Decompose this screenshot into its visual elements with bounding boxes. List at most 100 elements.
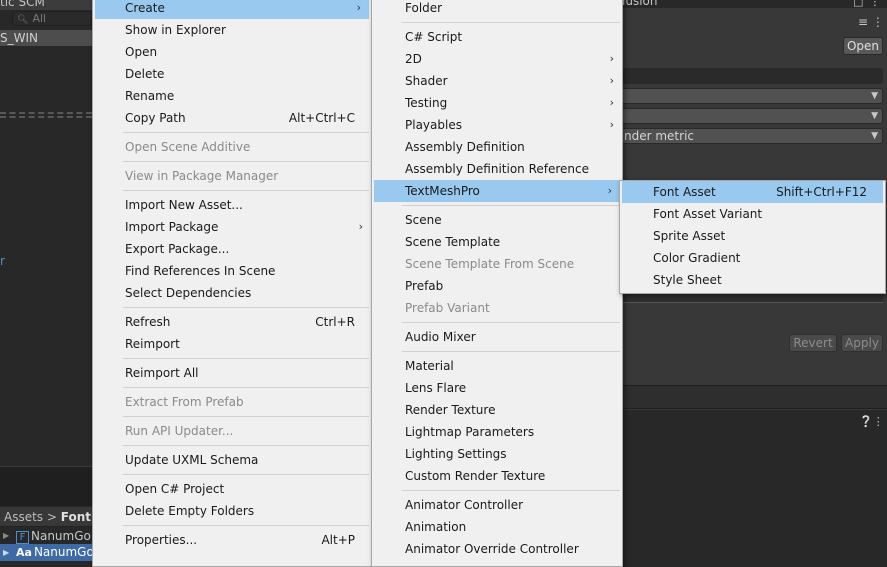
chevron-down-icon: ▼ (871, 111, 878, 121)
menu-item-animation[interactable]: Animation (372, 516, 622, 538)
menu-item-reimport-all[interactable]: Reimport All (93, 362, 371, 384)
chevron-right-icon: › (609, 74, 614, 87)
file-name: NanumGo (31, 529, 91, 543)
menu-item-lightmap-parameters[interactable]: Lightmap Parameters (372, 421, 622, 443)
menu-item-label: Extract From Prefab (125, 395, 244, 409)
menu-item-shader[interactable]: Shader › (372, 70, 622, 92)
menu-separator (93, 384, 371, 391)
breadcrumb-assets[interactable]: Assets (4, 510, 43, 524)
menu-item-style-sheet[interactable]: Style Sheet (620, 269, 885, 291)
menu-item-export-package[interactable]: Export Package... (93, 238, 371, 260)
preview-panel (622, 410, 887, 567)
expand-arrow-icon[interactable]: ▶ (3, 528, 9, 544)
menu-item-font-asset[interactable]: Font Asset Shift+Ctrl+F12 (622, 181, 883, 203)
menu-separator (93, 522, 371, 529)
menu-item-custom-render-texture[interactable]: Custom Render Texture (372, 465, 622, 487)
create-submenu: Folder C# Script 2D › Shader › Testing › Playabl… (371, 0, 623, 567)
menu-item-assembly-definition-reference[interactable]: Assembly Definition Reference (372, 158, 622, 180)
menu-item-label: Sprite Asset (653, 229, 726, 243)
menu-item-lens-flare[interactable]: Lens Flare (372, 377, 622, 399)
menu-item-lighting-settings[interactable]: Lighting Settings (372, 443, 622, 465)
render-mode-dropdown[interactable]: nder metric ▼ (622, 128, 883, 144)
menu-item-scene-template[interactable]: Scene Template (372, 231, 622, 253)
menu-item-material[interactable]: Material (372, 355, 622, 377)
menu-item-font-asset-variant[interactable]: Font Asset Variant (620, 203, 885, 225)
menu-item-playables[interactable]: Playables › (372, 114, 622, 136)
menu-item-copy-path[interactable]: Copy Path Alt+Ctrl+C (93, 107, 371, 129)
menu-item-reimport[interactable]: Reimport (93, 333, 371, 355)
menu-item-find-references-in-scene[interactable]: Find References In Scene (93, 260, 371, 282)
menu-item-textmeshpro[interactable]: TextMeshPro › (374, 180, 620, 202)
menu-item-shortcut: Alt+P (321, 533, 355, 547)
dropdown-field[interactable]: ▼ (622, 88, 883, 104)
menu-item-shortcut: Ctrl+R (315, 315, 355, 329)
menu-item-scene[interactable]: Scene (372, 209, 622, 231)
menu-item-assembly-definition[interactable]: Assembly Definition (372, 136, 622, 158)
inspector-separator (622, 385, 887, 409)
menu-item-label: Import Package (125, 220, 219, 234)
menu-item-label: View in Package Manager (125, 169, 279, 183)
menu-item-color-gradient[interactable]: Color Gradient (620, 247, 885, 269)
menu-item-delete[interactable]: Delete (93, 63, 371, 85)
expand-arrow-icon[interactable]: ▶ (3, 544, 9, 561)
file-item-selected[interactable]: ▶ Aa NanumGothic (0, 544, 116, 561)
menu-separator (372, 348, 622, 355)
menu-separator (93, 413, 371, 420)
open-button[interactable]: Open (843, 37, 883, 55)
menu-item-2d[interactable]: 2D › (372, 48, 622, 70)
menu-item-open[interactable]: Open (93, 41, 371, 63)
breadcrumb-font[interactable]: Font (61, 510, 91, 524)
search-input[interactable]: 🔍︎ All (12, 11, 92, 26)
menu-item-import-new-asset[interactable]: Import New Asset... (93, 194, 371, 216)
menu-item-animator-controller[interactable]: Animator Controller (372, 494, 622, 516)
menu-item-label: Assembly Definition (405, 140, 525, 154)
menu-item-audio-mixer[interactable]: Audio Mixer (372, 326, 622, 348)
file-item[interactable]: ▶ F NanumGo (0, 528, 92, 544)
menu-item-label: TextMeshPro (405, 184, 480, 198)
menu-item-render-texture[interactable]: Render Texture (372, 399, 622, 421)
menu-separator (93, 158, 371, 165)
menu-item-label: Shader (405, 74, 448, 88)
menu-item-label: Create (125, 1, 165, 15)
menu-separator (93, 304, 371, 311)
menu-item-c-script[interactable]: C# Script (372, 26, 622, 48)
menu-item-open-c-project[interactable]: Open C# Project (93, 478, 371, 500)
menu-item-testing[interactable]: Testing › (372, 92, 622, 114)
dropdown-field[interactable]: ▼ (622, 108, 883, 124)
menu-item-label: Scene Template From Scene (405, 257, 575, 271)
menu-item-label: Refresh (125, 315, 171, 329)
menu-item-rename[interactable]: Rename (93, 85, 371, 107)
help-icon[interactable]: ❔⋮ (859, 415, 884, 428)
inspector-field[interactable] (622, 68, 883, 84)
apply-button[interactable]: Apply (841, 334, 883, 352)
menu-item-label: Lighting Settings (405, 447, 507, 461)
menu-item-label: Custom Render Texture (405, 469, 546, 483)
menu-item-delete-empty-folders[interactable]: Delete Empty Folders (93, 500, 371, 522)
menu-item-sprite-asset[interactable]: Sprite Asset (620, 225, 885, 247)
menu-separator (372, 19, 622, 26)
menu-item-import-package[interactable]: Import Package › (93, 216, 371, 238)
menu-item-create[interactable]: Create › (95, 0, 369, 19)
menu-item-label: Animator Override Controller (405, 542, 579, 556)
menu-item-label: C# Script (405, 30, 463, 44)
menu-item-label: 2D (405, 52, 422, 66)
window-controls-icon[interactable]: □⋮ (853, 0, 886, 8)
menu-item-select-dependencies[interactable]: Select Dependencies (93, 282, 371, 304)
menu-item-prefab[interactable]: Prefab (372, 275, 622, 297)
menu-item-label: Import New Asset... (125, 198, 243, 212)
revert-button[interactable]: Revert (789, 334, 837, 352)
menu-item-folder[interactable]: Folder (372, 0, 622, 19)
menu-item-label: Testing (405, 96, 448, 110)
inspector-title: lusion (622, 0, 658, 8)
font-asset-icon: Aa (16, 546, 32, 559)
settings-sliders-icon[interactable]: ≡ ⋮ (858, 15, 884, 29)
blue-text-fragment: r (0, 254, 5, 268)
menu-item-label: Copy Path (125, 111, 186, 125)
menu-item-update-uxml-schema[interactable]: Update UXML Schema (93, 449, 371, 471)
menu-item-show-in-explorer[interactable]: Show in Explorer (93, 19, 371, 41)
menu-item-animator-override-controller[interactable]: Animator Override Controller (372, 538, 622, 560)
chevron-down-icon: ▼ (871, 131, 878, 141)
menu-item-refresh[interactable]: Refresh Ctrl+R (93, 311, 371, 333)
menu-item-properties[interactable]: Properties... Alt+P (93, 529, 371, 551)
selected-tree-item[interactable]: S_WIN (0, 30, 92, 46)
